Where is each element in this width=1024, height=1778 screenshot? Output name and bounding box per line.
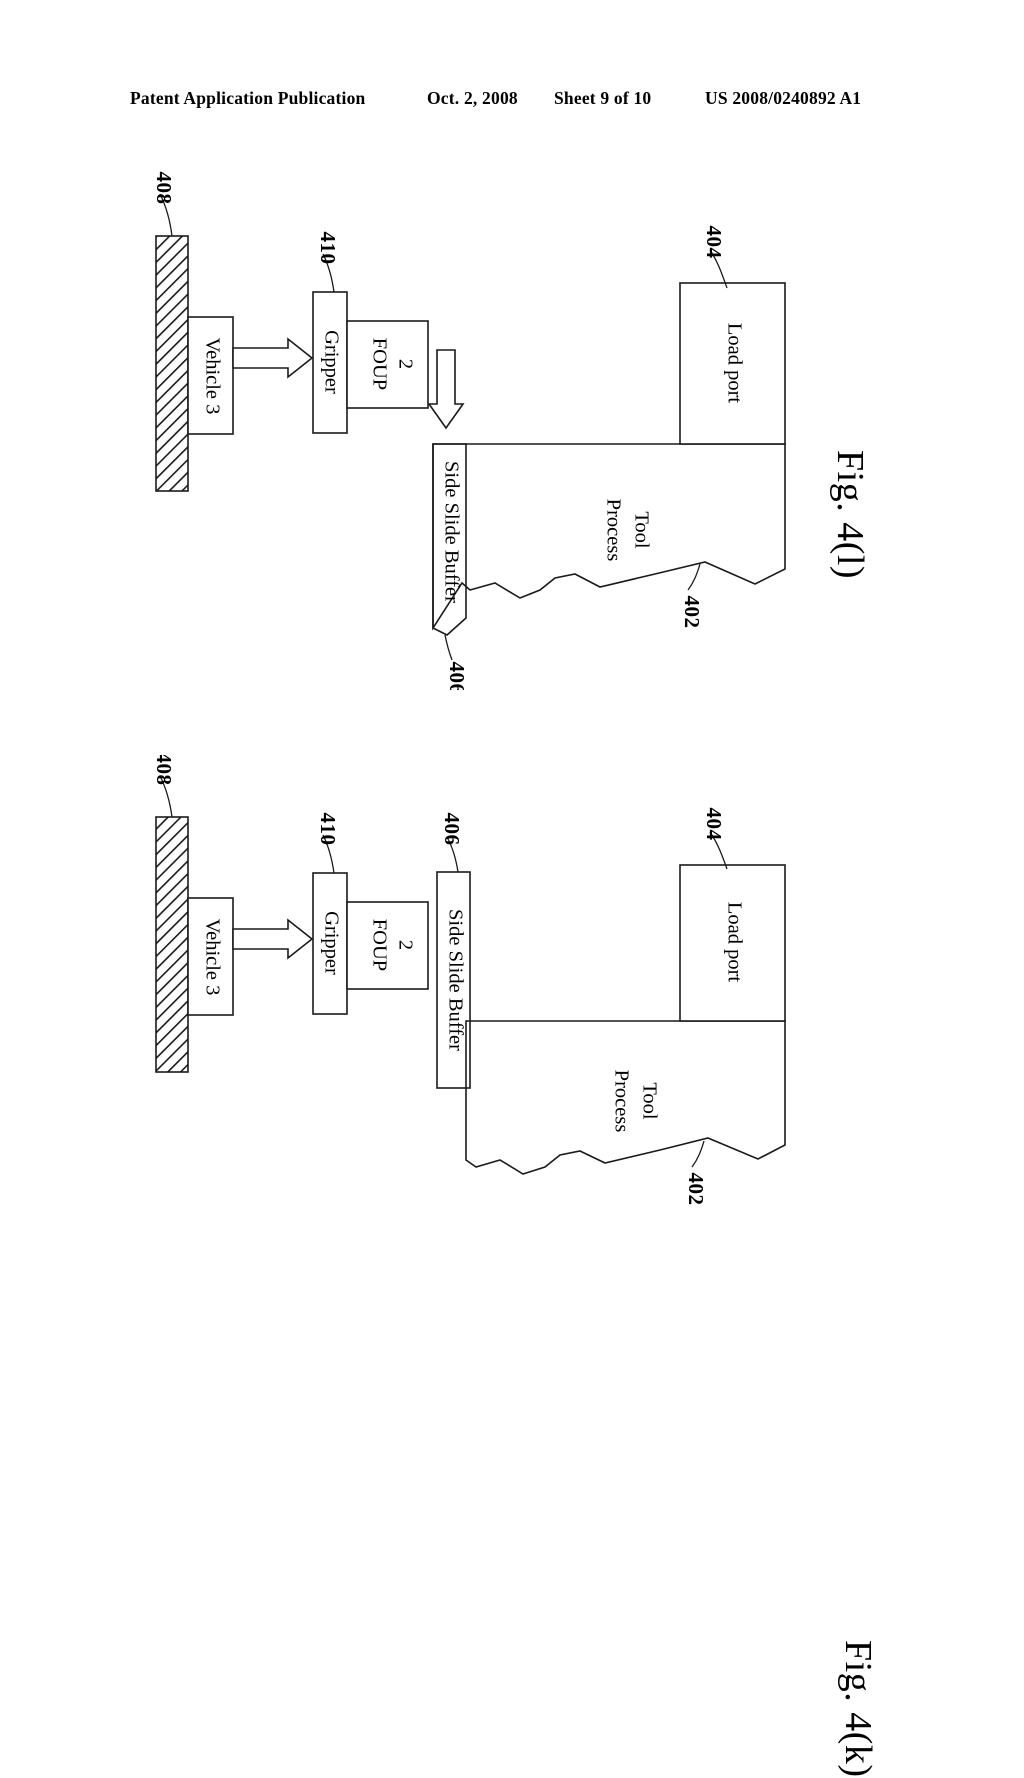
transfer-arrow-to-gripper — [232, 337, 314, 379]
ref-number-402: 402 — [680, 596, 704, 629]
foup-label-line2: 2 — [394, 940, 416, 950]
ref-number-404: 404 — [702, 808, 726, 841]
leader-line-402 — [687, 563, 701, 591]
figure-4k: 408 Vehicle 3 Gripper 410 FOUP 2 Side Sl… — [0, 755, 1024, 1778]
leader-line-406 — [444, 634, 453, 661]
page-header: Patent Application Publication Oct. 2, 2… — [0, 88, 1024, 114]
gripper-label: Gripper — [320, 911, 342, 975]
header-document-number-text: US 2008/0240892 A1 — [705, 88, 862, 108]
figure-4l-caption: Fig. 4(l) — [829, 450, 871, 580]
header-sheet-text: Sheet 9 of 10 — [554, 88, 652, 108]
header-publication-text: Patent Application Publication — [130, 88, 366, 108]
leader-line-402 — [691, 1140, 705, 1168]
side-slide-buffer-label: Side Slide Buffer — [444, 909, 466, 1051]
load-port-label: Load port — [723, 323, 745, 404]
process-tool-label-line1: Process — [610, 1070, 632, 1133]
ref-number-402: 402 — [684, 1173, 708, 1206]
vehicle-label: Vehicle 3 — [201, 338, 223, 415]
foup-label-line1: FOUP — [368, 919, 390, 971]
load-port-label: Load port — [723, 902, 745, 983]
ref-number-406: 406 — [445, 662, 469, 691]
patent-drawing-page: Patent Application Publication Oct. 2, 2… — [0, 0, 1024, 1778]
ref-number-404: 404 — [702, 226, 726, 259]
figure-4l: 408 Vehicle 3 Gripper 410 FOUP 2 Process… — [0, 150, 1024, 691]
foup-label-line1: FOUP — [368, 338, 390, 390]
process-tool-label-line2: Tool — [638, 1082, 660, 1120]
process-tool-label-line2: Tool — [630, 511, 652, 549]
overhead-rail-408 — [155, 235, 189, 492]
overhead-rail-408 — [155, 816, 189, 1073]
lowering-arrow — [427, 349, 465, 430]
vehicle-label: Vehicle 3 — [201, 919, 223, 996]
gripper-label: Gripper — [320, 330, 342, 394]
transfer-arrow-to-gripper — [232, 918, 314, 960]
header-date-text: Oct. 2, 2008 — [427, 88, 518, 108]
process-tool-label-line1: Process — [602, 499, 624, 562]
side-slide-buffer-label: Side Slide Buffer — [440, 461, 462, 603]
ref-number-408: 408 — [152, 172, 176, 205]
ref-number-410: 410 — [316, 813, 340, 846]
ref-number-410: 410 — [316, 232, 340, 265]
ref-number-406: 406 — [440, 813, 464, 846]
ref-number-408: 408 — [152, 755, 176, 786]
foup-label-line2: 2 — [394, 359, 416, 369]
figure-4k-caption: Fig. 4(k) — [837, 1640, 879, 1778]
